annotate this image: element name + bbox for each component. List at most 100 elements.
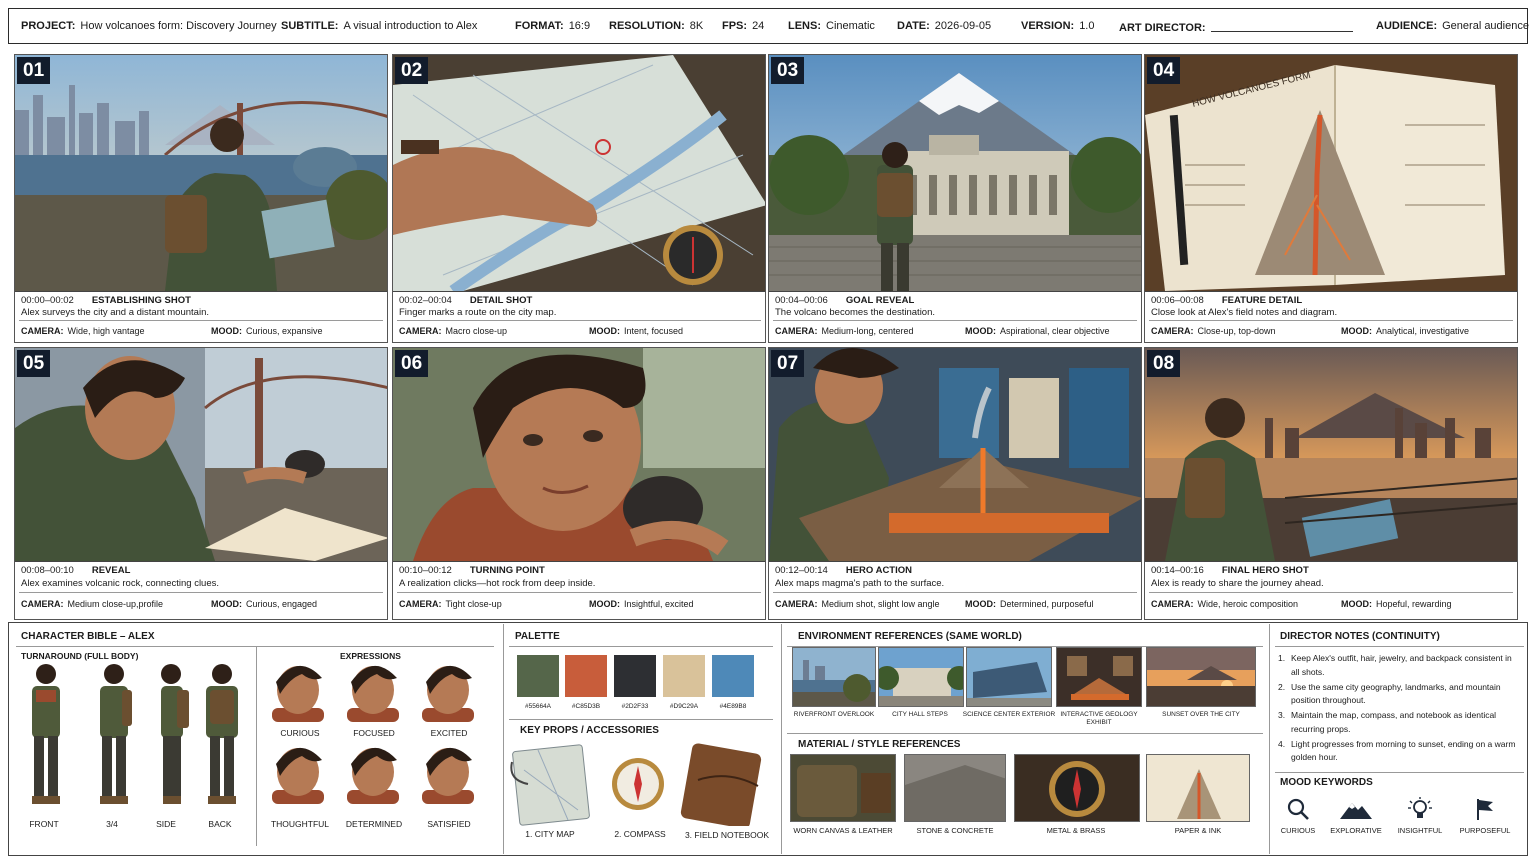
- mood-keywords-title: MOOD KEYWORDS: [1280, 777, 1373, 788]
- panel-number: 03: [771, 57, 805, 84]
- header-bar: PROJECT: How volcanoes form: Discovery Jo…: [8, 8, 1529, 44]
- expression-label: DETERMINED: [345, 819, 403, 829]
- mood-keyword-explorative: EXPLORATIVE: [1326, 797, 1386, 835]
- panel-06[interactable]: 06 00:10–00:12 TURNING POINT A realizatio…: [392, 347, 766, 620]
- panel-description: Alex is ready to share the journey ahead…: [1151, 578, 1324, 589]
- palette-swatch: [712, 655, 754, 697]
- panel-description: Close look at Alex's field notes and dia…: [1151, 307, 1338, 318]
- env-ref-label: RIVERFRONT OVERLOOK: [793, 711, 875, 718]
- resolution-field: RESOLUTION: 8K: [609, 20, 704, 32]
- palette-swatch: [565, 655, 607, 697]
- panel-02[interactable]: 02 00:02–00:04 DETAIL SHOT Finger marks a…: [392, 54, 766, 343]
- turnaround-label: FRONT: [29, 819, 59, 829]
- panel-number: 04: [1147, 57, 1181, 84]
- material-thumb: [1146, 754, 1250, 822]
- environment-title: ENVIRONMENT REFERENCES (SAME WORLD): [798, 631, 1022, 642]
- panel-meta: CAMERA: Close-up, top-down MOOD: Analytical…: [1151, 326, 1470, 336]
- panel-meta: CAMERA: Medium close-up,profile MOOD: Curio…: [21, 599, 318, 609]
- director-notes-title: DIRECTOR NOTES (CONTINUITY): [1280, 631, 1440, 642]
- art-director-field: ART DIRECTOR:: [1119, 20, 1353, 34]
- panel-meta: CAMERA: Medium shot, slight low angle MOOD…: [775, 599, 1094, 609]
- panel-number: 02: [395, 57, 429, 84]
- material-label: PAPER & INK: [1174, 826, 1222, 835]
- turnaround-label: BACK: [208, 819, 232, 829]
- turnaround-label: SIDE: [156, 819, 176, 829]
- panel-number: 05: [17, 350, 51, 377]
- art-director-blank-line[interactable]: [1210, 20, 1353, 32]
- props-title: KEY PROPS / ACCESSORIES: [520, 725, 659, 736]
- panel-caption: 00:06–00:08 FEATURE DETAIL: [1151, 295, 1303, 306]
- props-images: [510, 743, 762, 826]
- project-field: PROJECT: How volcanoes form: Discovery Jo…: [21, 20, 277, 32]
- panel-description: Alex surveys the city and a distant moun…: [21, 307, 209, 318]
- env-ref-label: SCIENCE CENTER EXTERIOR: [962, 711, 1056, 718]
- note-item: 3. Maintain the map, compass, and noteboo…: [1278, 710, 1497, 734]
- prop-label: 2. COMPASS: [614, 829, 666, 839]
- palette-swatch: [517, 655, 559, 697]
- materials-title: MATERIAL / STYLE REFERENCES: [798, 739, 961, 750]
- panel-01[interactable]: 01 00:00–00:02 ESTABLISHING SHOT Alex sur…: [14, 54, 388, 343]
- magnifier-icon: [1287, 798, 1309, 820]
- palette-hex: #C85D3B: [571, 703, 601, 710]
- audience-field: AUDIENCE: General audience: [1376, 20, 1529, 32]
- material-label: WORN CANVAS & LEATHER: [793, 826, 893, 835]
- expression-label: FOCUSED: [353, 728, 395, 738]
- panel-number: 06: [395, 350, 429, 377]
- panel-04-image: HOW VOLCANOES FORM: [1145, 55, 1517, 292]
- prop-label: 3. FIELD NOTEBOOK: [684, 830, 770, 840]
- mood-keyword-insightful: INSIGHTFUL: [1390, 797, 1450, 835]
- note-item: 4. Light progresses from morning to sunse…: [1278, 738, 1516, 763]
- mood-keyword-purposeful: PURPOSEFUL: [1455, 797, 1515, 835]
- note-item: 2. Use the same city geography, landmarks…: [1278, 681, 1501, 706]
- panel-07[interactable]: 07 00:12–00:14 HERO ACTION Alex maps magm…: [768, 347, 1142, 620]
- date-field: DATE: 2026-09-05: [897, 20, 992, 32]
- flag-icon: [1477, 799, 1493, 820]
- env-ref-thumb: [1056, 647, 1142, 707]
- panel-description: Alex maps magma's path to the surface.: [775, 578, 945, 589]
- turnaround-figures: [32, 664, 238, 804]
- expression-label: THOUGHTFUL: [270, 819, 330, 829]
- panel-06-image: [393, 348, 765, 562]
- turnaround-label: 3/4: [106, 819, 118, 829]
- panel-04[interactable]: HOW VOLCANOES FORM 04 00:06–00:08 FEATURE…: [1144, 54, 1518, 343]
- material-label: METAL & BRASS: [1046, 826, 1106, 835]
- panel-03-image: [769, 55, 1141, 292]
- palette-swatch: [663, 655, 705, 697]
- panel-description: The volcano becomes the destination.: [775, 307, 936, 318]
- expression-label: CURIOUS: [280, 728, 320, 738]
- panel-description: Finger marks a route on the city map.: [399, 307, 557, 318]
- expression-label: SATISFIED: [427, 819, 471, 829]
- note-item: 1. Keep Alex's outfit, hair, jewelry, and…: [1278, 653, 1512, 677]
- panel-02-image: [393, 55, 765, 292]
- panel-meta: CAMERA: Macro close-up MOOD: Intent, focuse…: [399, 326, 684, 336]
- env-ref-thumb: [878, 647, 964, 707]
- panel-08-image: [1145, 348, 1517, 562]
- panel-number: 08: [1147, 350, 1181, 377]
- subtitle-field: SUBTITLE: A visual introduction to Alex: [281, 20, 478, 32]
- palette-hex: #4E89B8: [719, 703, 747, 710]
- panel-08[interactable]: 08 00:14–00:16 FINAL HERO SHOT Alex is re…: [1144, 347, 1518, 620]
- material-label: STONE & CONCRETE: [916, 826, 994, 835]
- panel-05[interactable]: 05 00:08–00:10 REVEAL Alex examines volca…: [14, 347, 388, 620]
- panel-07-image: [769, 348, 1141, 562]
- panel-meta: CAMERA: Wide, high vantage MOOD: Curious, e…: [21, 326, 323, 336]
- panel-caption: 00:04–00:06 GOAL REVEAL: [775, 295, 915, 306]
- panel-03[interactable]: 03 00:04–00:06 GOAL REVEAL The volcano be…: [768, 54, 1142, 343]
- env-ref-thumb: [792, 647, 876, 707]
- panel-caption: 00:08–00:10 REVEAL: [21, 565, 131, 576]
- panel-caption: 00:00–00:02 ESTABLISHING SHOT: [21, 295, 191, 306]
- lightbulb-icon: [1408, 797, 1432, 818]
- material-thumb: [904, 754, 1006, 822]
- panel-caption: 00:02–00:04 DETAIL SHOT: [399, 295, 533, 306]
- version-field: VERSION: 1.0: [1021, 20, 1095, 32]
- panel-meta: CAMERA: Medium-long, centered MOOD: Aspirat…: [775, 326, 1110, 336]
- env-ref-label: SUNSET OVER THE CITY: [1162, 711, 1240, 718]
- env-ref-thumb: [1146, 647, 1256, 707]
- expression-faces: [272, 665, 474, 804]
- panel-01-image: [15, 55, 387, 292]
- panel-caption: 00:14–00:16 FINAL HERO SHOT: [1151, 565, 1309, 576]
- expression-label: EXCITED: [430, 728, 468, 738]
- env-ref-label: CITY HALL STEPS: [892, 711, 948, 718]
- env-ref-thumb: [966, 647, 1052, 707]
- panel-05-image: [15, 348, 387, 562]
